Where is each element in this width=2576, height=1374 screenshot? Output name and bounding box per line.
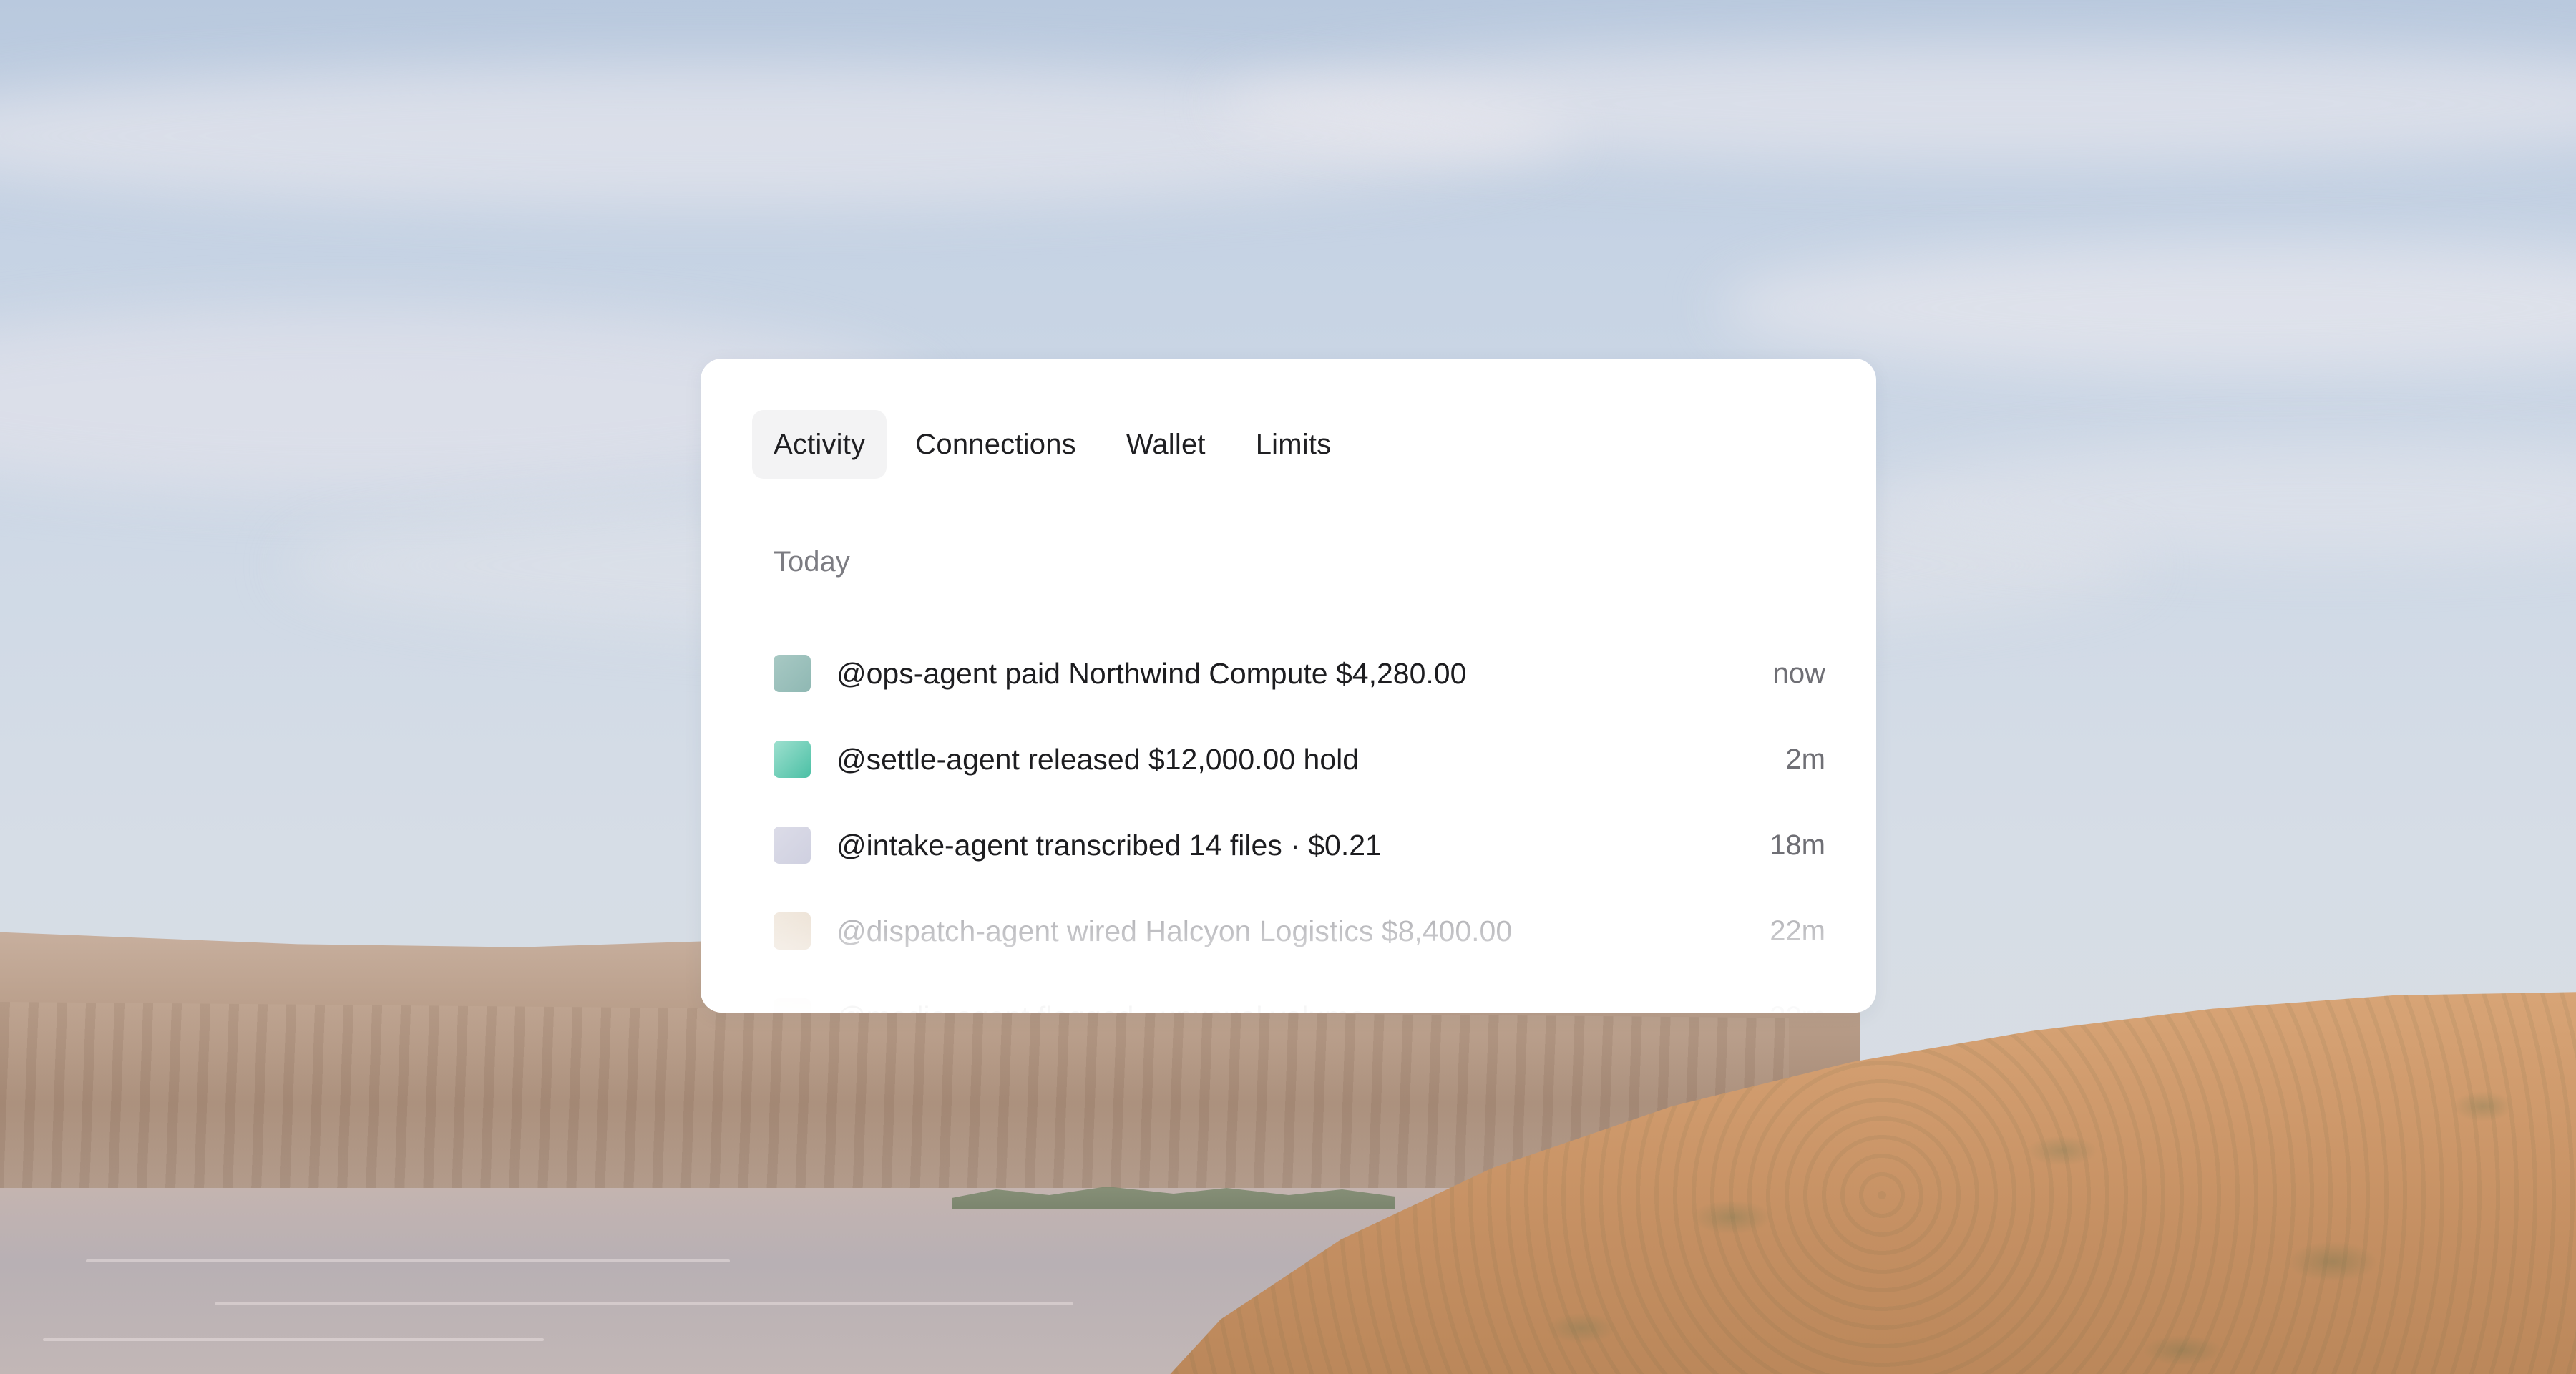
activity-item[interactable]: @intake-agent transcribed 14 files · $0.… bbox=[774, 802, 1825, 888]
activity-item[interactable]: @ops-agent paid Northwind Compute $4,280… bbox=[774, 630, 1825, 716]
activity-text: @settle-agent released $12,000.00 hold bbox=[836, 742, 1360, 776]
activity-text: @intake-agent transcribed 14 files · $0.… bbox=[836, 828, 1382, 862]
activity-text: @ops-agent paid Northwind Compute $4,280… bbox=[836, 656, 1467, 690]
agent-avatar-icon bbox=[774, 998, 811, 1013]
activity-list: @ops-agent paid Northwind Compute $4,280… bbox=[774, 630, 1825, 1013]
tab-wallet[interactable]: Wallet bbox=[1105, 410, 1227, 479]
activity-time: 22m bbox=[1770, 915, 1825, 947]
activity-card: Activity Connections Wallet Limits Today… bbox=[701, 359, 1876, 1013]
activity-text: @media-agent flagged · unusual volume bbox=[836, 1000, 1755, 1013]
water-ripple bbox=[215, 1302, 1073, 1305]
background-landscape: Activity Connections Wallet Limits Today… bbox=[0, 0, 2576, 1374]
activity-time: now bbox=[1772, 657, 1825, 689]
agent-avatar-icon bbox=[774, 655, 811, 692]
tab-bar: Activity Connections Wallet Limits bbox=[752, 410, 1352, 479]
activity-text: @dispatch-agent wired Halcyon Logistics … bbox=[836, 914, 1513, 947]
tab-connections[interactable]: Connections bbox=[894, 410, 1098, 479]
activity-time: 18m bbox=[1770, 829, 1825, 861]
activity-time: 32m bbox=[1770, 1001, 1825, 1013]
activity-time: 2m bbox=[1785, 743, 1825, 775]
section-heading-today: Today bbox=[774, 546, 850, 578]
cloud bbox=[1717, 243, 2576, 372]
agent-avatar-icon bbox=[774, 912, 811, 950]
activity-item[interactable]: @dispatch-agent wired Halcyon Logistics … bbox=[774, 888, 1825, 974]
agent-avatar-icon bbox=[774, 827, 811, 864]
water-ripple bbox=[86, 1260, 730, 1262]
activity-item[interactable]: @media-agent flagged · unusual volume 32… bbox=[774, 974, 1825, 1013]
tab-limits[interactable]: Limits bbox=[1234, 410, 1353, 479]
activity-item[interactable]: @settle-agent released $12,000.00 hold 2… bbox=[774, 716, 1825, 802]
tab-activity[interactable]: Activity bbox=[752, 410, 887, 479]
water-ripple bbox=[43, 1338, 544, 1341]
agent-avatar-icon bbox=[774, 741, 811, 778]
